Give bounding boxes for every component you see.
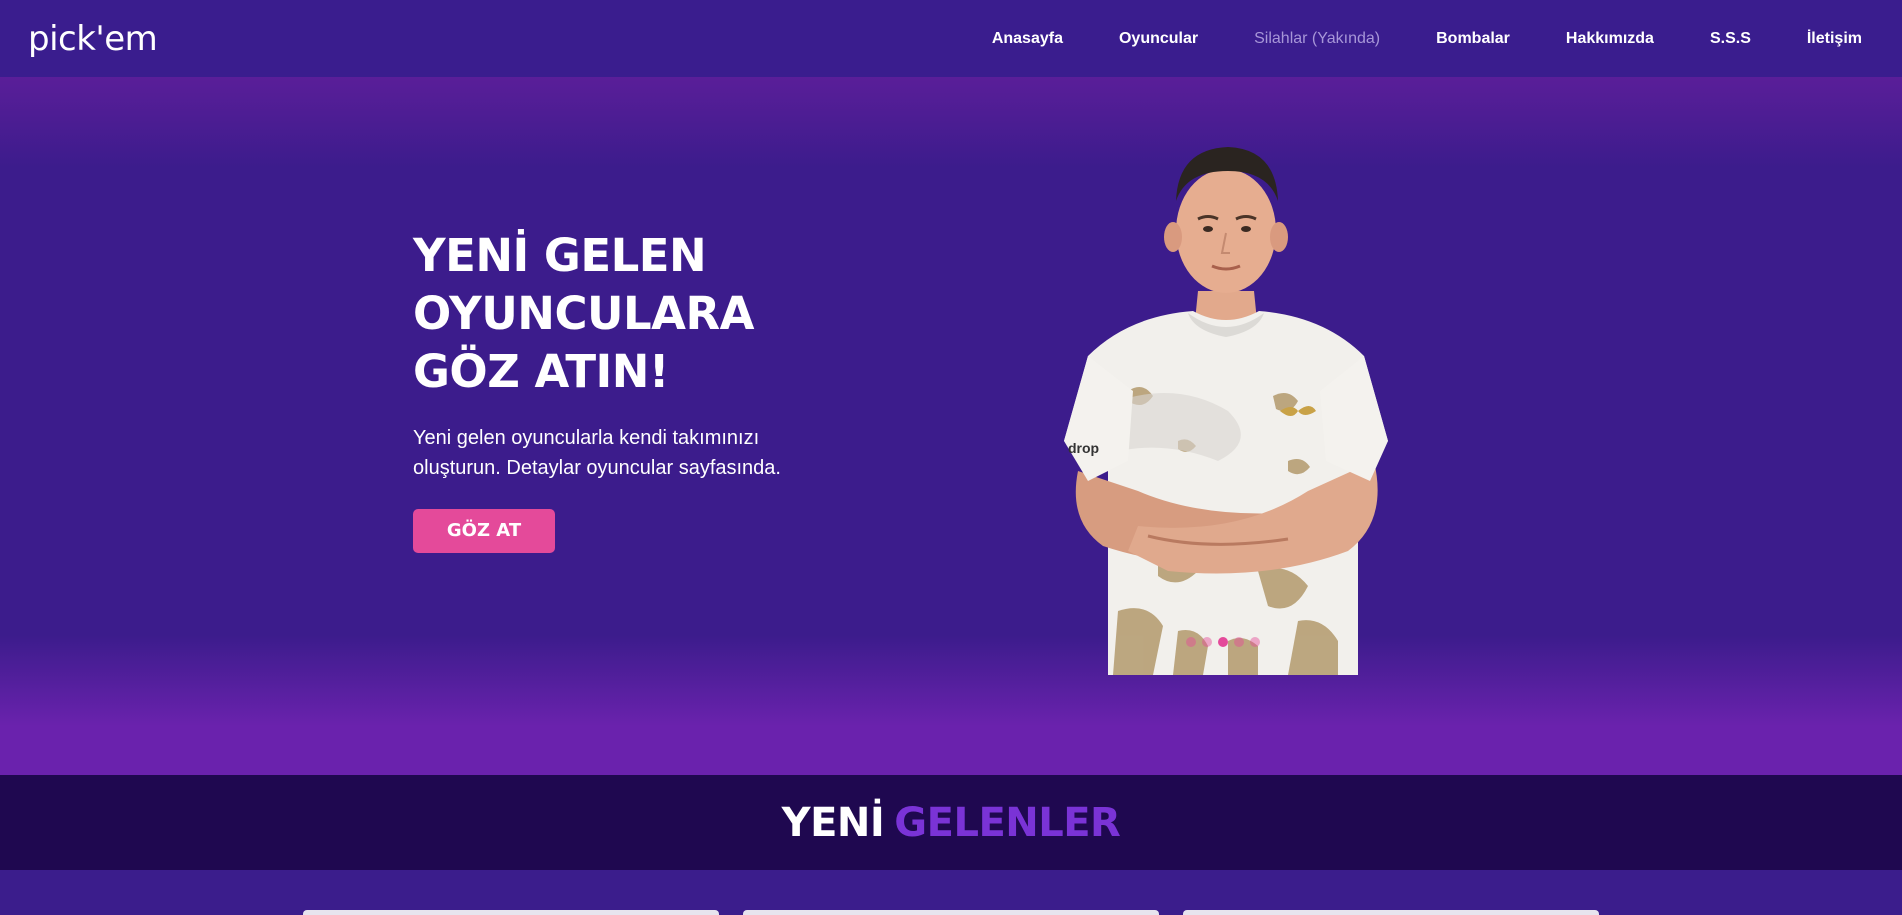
- nav-item-bombalar[interactable]: Bombalar: [1436, 30, 1510, 48]
- section-title-word2: GELENLER: [894, 799, 1121, 846]
- nav-item-oyuncular[interactable]: Oyuncular: [1119, 30, 1198, 48]
- new-arrivals-header: YENİ GELENLER: [0, 775, 1902, 870]
- section-title: YENİ GELENLER: [782, 800, 1121, 846]
- nav-links: Anasayfa Oyuncular Silahlar (Yakında) Bo…: [936, 30, 1862, 48]
- goz-at-button[interactable]: GÖZ AT: [413, 509, 555, 553]
- player-card[interactable]: [743, 910, 1159, 915]
- carousel-dot[interactable]: [1250, 637, 1260, 647]
- cards-area: [0, 870, 1902, 915]
- nav-item-sss[interactable]: S.S.S: [1710, 30, 1751, 48]
- nav-item-anasayfa[interactable]: Anasayfa: [992, 30, 1063, 48]
- player-image: drop: [1064, 147, 1388, 675]
- carousel-indicators: [1186, 637, 1260, 647]
- hero-title-line: OYUNCULARA: [413, 287, 754, 340]
- carousel-dot-active[interactable]: [1218, 637, 1228, 647]
- nav-item-hakkimizda[interactable]: Hakkımızda: [1566, 30, 1654, 48]
- nav-item-iletisim[interactable]: İletişim: [1807, 30, 1862, 48]
- carousel-dot[interactable]: [1186, 637, 1196, 647]
- brand-logo[interactable]: pick'em: [28, 19, 158, 59]
- carousel-dot[interactable]: [1202, 637, 1212, 647]
- svg-text:drop: drop: [1068, 440, 1099, 456]
- hero-title-line: GÖZ ATIN!: [413, 345, 669, 398]
- player-card[interactable]: [1183, 910, 1599, 915]
- hero-carousel: YENİ GELEN OYUNCULARA GÖZ ATIN! Yeni gel…: [0, 77, 1902, 775]
- navbar: pick'em Anasayfa Oyuncular Silahlar (Yak…: [0, 0, 1902, 77]
- section-title-word1: YENİ: [781, 799, 885, 846]
- nav-item-silahlar[interactable]: Silahlar (Yakında): [1254, 30, 1380, 48]
- hero-description: Yeni gelen oyuncularla kendi takımınızı …: [413, 427, 781, 479]
- player-card[interactable]: [303, 910, 719, 915]
- hero-title: YENİ GELEN OYUNCULARA GÖZ ATIN!: [413, 227, 833, 401]
- carousel-dot[interactable]: [1234, 637, 1244, 647]
- hero-text: YENİ GELEN OYUNCULARA GÖZ ATIN! Yeni gel…: [413, 227, 833, 553]
- hero-title-line: YENİ GELEN: [413, 229, 707, 282]
